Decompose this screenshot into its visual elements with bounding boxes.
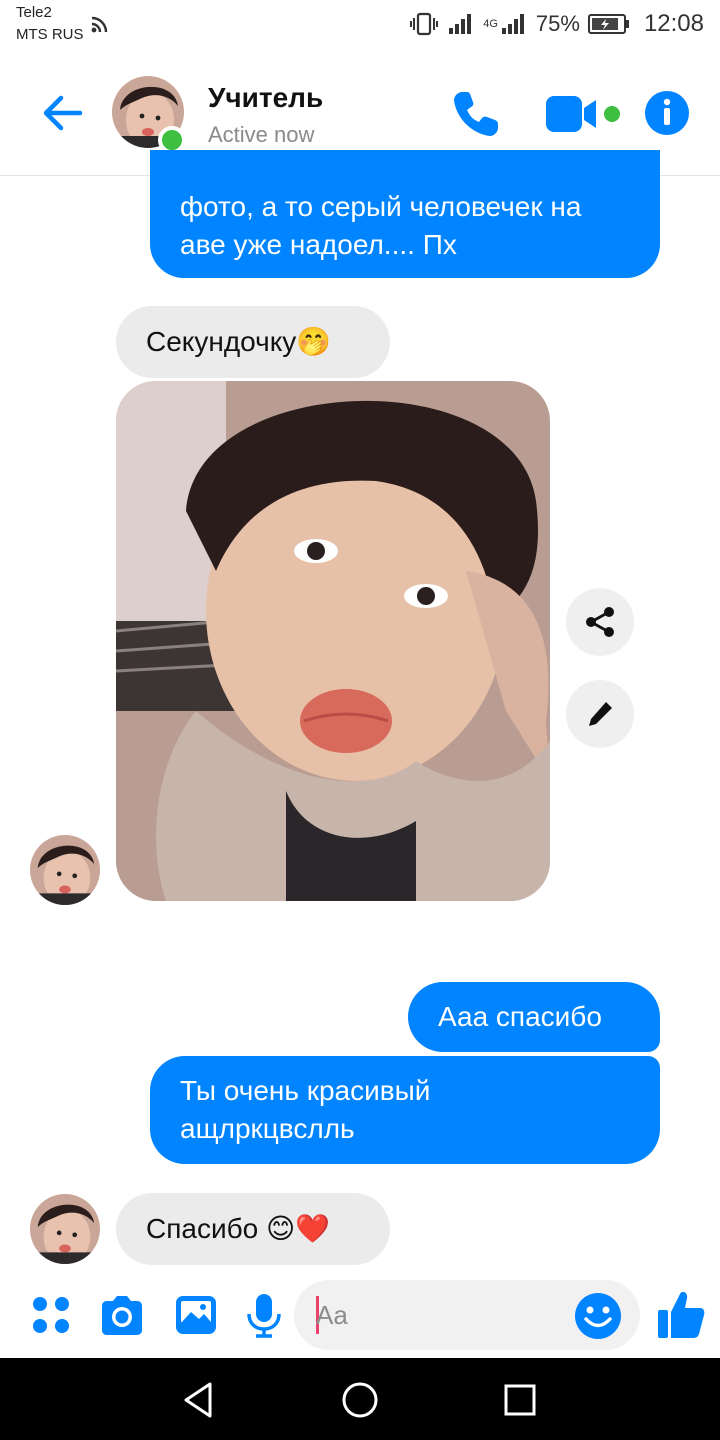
status-bar: Tele2 MTS RUS 4G 75% 12:08 — [0, 0, 720, 56]
system-nav-bar — [0, 1358, 720, 1440]
network-type: 4G — [483, 18, 498, 30]
clock: 12:08 — [643, 10, 704, 37]
phone-icon[interactable] — [448, 86, 504, 142]
edit-button[interactable] — [566, 680, 634, 748]
message-input[interactable] — [316, 1298, 566, 1332]
gallery-icon[interactable] — [172, 1292, 220, 1338]
contact-status: Active now — [208, 122, 315, 147]
info-icon[interactable] — [644, 90, 690, 136]
thumbs-up-icon[interactable] — [656, 1288, 706, 1340]
more-icon[interactable] — [28, 1292, 76, 1338]
share-button[interactable] — [566, 588, 634, 656]
nav-recents-icon[interactable] — [500, 1380, 540, 1420]
camera-icon[interactable] — [98, 1292, 146, 1338]
contact-name[interactable]: Учитель — [208, 82, 323, 114]
message-incoming[interactable]: Секундочку🤭 — [116, 306, 390, 378]
carrier-1: Tele2 — [16, 4, 52, 21]
message-outgoing[interactable]: фото, а то серый человечек на аве уже на… — [150, 150, 660, 278]
message-outgoing[interactable]: Ты очень красивый ащлркцвслль — [150, 1056, 660, 1164]
contact-avatar-small[interactable] — [30, 1194, 100, 1264]
nav-home-icon[interactable] — [340, 1380, 380, 1420]
nav-back-icon[interactable] — [180, 1380, 220, 1420]
signal-icon — [449, 14, 472, 34]
status-right: 4G 75% 12:08 — [409, 10, 704, 38]
composer-bar — [0, 1272, 720, 1358]
signal-2-icon — [501, 14, 524, 34]
message-incoming[interactable]: Спасибо 😊❤️ — [116, 1193, 390, 1265]
message-input-wrapper[interactable] — [294, 1280, 640, 1350]
battery-icon — [587, 14, 629, 34]
emoji-icon[interactable] — [574, 1292, 622, 1340]
share-icon — [586, 607, 614, 637]
wifi-icon — [91, 16, 108, 33]
battery-percent: 75% — [535, 11, 580, 36]
carrier-2: MTS RUS — [16, 26, 84, 43]
video-camera-icon[interactable] — [542, 92, 626, 136]
microphone-icon[interactable] — [240, 1292, 288, 1338]
photo-message[interactable] — [116, 381, 550, 901]
pencil-icon — [589, 702, 612, 726]
vibrate-icon — [410, 12, 439, 36]
contact-avatar-small[interactable] — [30, 835, 100, 905]
back-arrow-icon[interactable] — [36, 86, 90, 140]
message-outgoing[interactable]: Ааа спасибо — [408, 982, 660, 1052]
